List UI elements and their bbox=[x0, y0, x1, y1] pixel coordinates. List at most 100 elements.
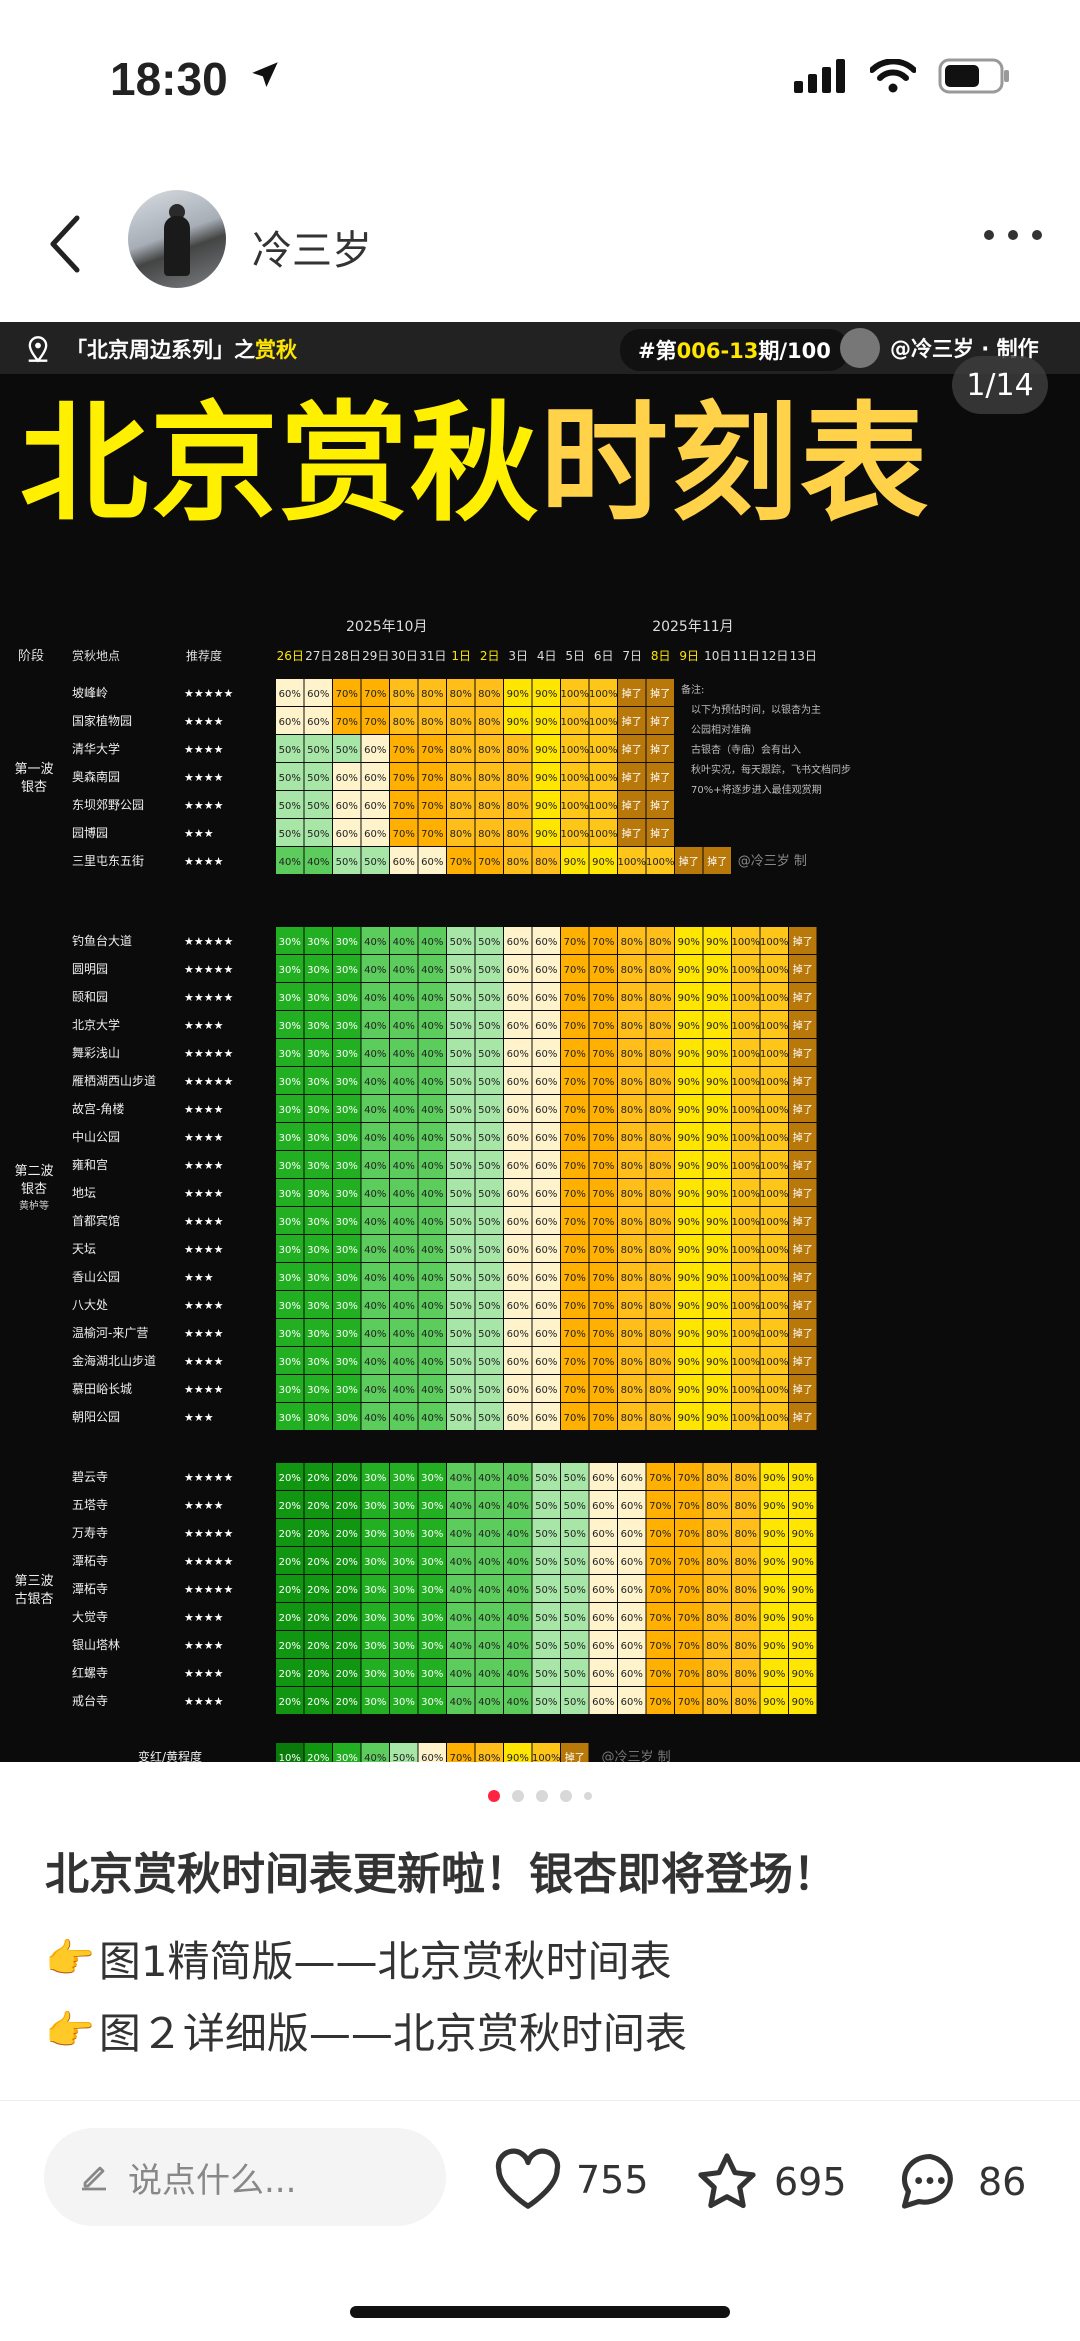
pointing-hand-icon: 👉 bbox=[45, 1936, 95, 1982]
cell-value: 90% bbox=[792, 1473, 814, 1484]
cell-value: 30% bbox=[364, 1585, 386, 1596]
cell-value: 80% bbox=[706, 1641, 728, 1652]
cell-value: 20% bbox=[279, 1641, 301, 1652]
stage-label: 第二波 bbox=[14, 1164, 53, 1179]
cell-value: 70% bbox=[564, 1133, 586, 1144]
home-indicator[interactable] bbox=[350, 2306, 730, 2318]
author-name[interactable]: 冷三岁 bbox=[252, 218, 372, 276]
cell-value: 60% bbox=[535, 1077, 557, 1088]
cell-value: 50% bbox=[564, 1473, 586, 1484]
cell-value: 80% bbox=[621, 1301, 643, 1312]
cell-value: 50% bbox=[450, 993, 472, 1004]
cell-value: 50% bbox=[450, 1189, 472, 1200]
cell-value: 50% bbox=[307, 801, 329, 812]
cell-value: 80% bbox=[621, 1273, 643, 1284]
watermark: @冷三岁 制 bbox=[738, 854, 807, 869]
stage-label: 银杏 bbox=[21, 1182, 47, 1197]
date-header: 31日 bbox=[419, 649, 446, 663]
cell-value: 80% bbox=[478, 773, 500, 784]
note-line: 古银杏（寺庙）会有出入 bbox=[691, 743, 801, 756]
cell-value: 50% bbox=[535, 1669, 557, 1680]
cell-value: 30% bbox=[421, 1557, 443, 1568]
cell-value: 90% bbox=[763, 1557, 785, 1568]
cell-value: 70% bbox=[393, 773, 415, 784]
image-pagination bbox=[0, 1790, 1080, 1802]
cell-value: 30% bbox=[364, 1669, 386, 1680]
cell-value: 70% bbox=[564, 965, 586, 976]
cell-value: 30% bbox=[307, 1133, 329, 1144]
cell-value: 掉了 bbox=[622, 687, 642, 700]
cell-value: 60% bbox=[507, 1189, 529, 1200]
more-options-icon[interactable] bbox=[984, 230, 1042, 240]
legend-value: 20% bbox=[307, 1753, 329, 1762]
cell-value: 40% bbox=[393, 1049, 415, 1060]
cell-value: 40% bbox=[507, 1501, 529, 1512]
cell-value: 70% bbox=[592, 1301, 614, 1312]
cell-value: 90% bbox=[706, 1273, 728, 1284]
cell-value: 60% bbox=[535, 1385, 557, 1396]
cell-value: 60% bbox=[507, 1329, 529, 1340]
cell-value: 60% bbox=[507, 1357, 529, 1368]
place-name: 清华大学 bbox=[72, 741, 120, 756]
comment-button[interactable]: 86 bbox=[894, 2148, 1026, 2216]
cell-value: 30% bbox=[421, 1697, 443, 1708]
cell-value: 掉了 bbox=[650, 799, 670, 812]
cell-value: 100% bbox=[731, 1413, 760, 1424]
cell-value: 60% bbox=[535, 1329, 557, 1340]
date-header: 29日 bbox=[362, 649, 389, 663]
cell-value: 50% bbox=[478, 1385, 500, 1396]
cell-value: 50% bbox=[450, 1049, 472, 1060]
cell-value: 70% bbox=[649, 1697, 671, 1708]
cell-value: 100% bbox=[760, 1385, 789, 1396]
cell-value: 40% bbox=[507, 1641, 529, 1652]
rating-stars: ★★★★★ bbox=[184, 935, 233, 948]
cell-value: 100% bbox=[731, 1133, 760, 1144]
cell-value: 70% bbox=[592, 1021, 614, 1032]
cell-value: 80% bbox=[621, 1105, 643, 1116]
cell-value: 50% bbox=[564, 1697, 586, 1708]
date-header: 10日 bbox=[704, 649, 731, 663]
date-header: 28日 bbox=[334, 649, 361, 663]
post-image[interactable]: 「北京周边系列」之赏秋 #第006-13期/100 @冷三岁 · 制作 1/14… bbox=[0, 322, 1080, 1762]
cell-value: 掉了 bbox=[622, 799, 642, 812]
like-button[interactable]: 755 bbox=[492, 2148, 649, 2212]
cell-value: 90% bbox=[706, 1049, 728, 1060]
cell-value: 70% bbox=[649, 1613, 671, 1624]
cell-value: 70% bbox=[364, 689, 386, 700]
cell-value: 40% bbox=[507, 1473, 529, 1484]
collect-button[interactable]: 695 bbox=[692, 2148, 847, 2216]
cell-value: 掉了 bbox=[622, 743, 642, 756]
cell-value: 掉了 bbox=[793, 1243, 813, 1256]
cell-value: 70% bbox=[678, 1669, 700, 1680]
date-header: 9日 bbox=[679, 649, 699, 663]
cell-value: 70% bbox=[649, 1473, 671, 1484]
cell-value: 30% bbox=[421, 1613, 443, 1624]
comment-input[interactable]: 说点什么... bbox=[44, 2128, 446, 2226]
cell-value: 90% bbox=[706, 965, 728, 976]
cell-value: 70% bbox=[678, 1557, 700, 1568]
cell-value: 50% bbox=[535, 1697, 557, 1708]
cell-value: 40% bbox=[393, 1329, 415, 1340]
cell-value: 40% bbox=[421, 1329, 443, 1340]
cell-value: 掉了 bbox=[679, 855, 699, 868]
cell-value: 30% bbox=[307, 1049, 329, 1060]
cell-value: 90% bbox=[678, 1385, 700, 1396]
cell-value: 30% bbox=[307, 993, 329, 1004]
cell-value: 40% bbox=[450, 1501, 472, 1512]
cell-value: 30% bbox=[279, 1273, 301, 1284]
avatar[interactable] bbox=[128, 190, 226, 288]
cell-value: 50% bbox=[478, 1021, 500, 1032]
place-name: 奥森南园 bbox=[72, 769, 120, 784]
cell-value: 40% bbox=[478, 1641, 500, 1652]
cell-value: 20% bbox=[336, 1529, 358, 1540]
cell-value: 90% bbox=[678, 965, 700, 976]
cell-value: 60% bbox=[535, 1217, 557, 1228]
cell-value: 30% bbox=[364, 1501, 386, 1512]
cell-value: 70% bbox=[649, 1585, 671, 1596]
cell-value: 掉了 bbox=[793, 1215, 813, 1228]
cell-value: 60% bbox=[535, 1357, 557, 1368]
cell-value: 100% bbox=[560, 745, 589, 756]
back-arrow-icon[interactable] bbox=[45, 212, 85, 276]
note-line: 70%+将逐步进入最佳观赏期 bbox=[691, 783, 822, 796]
cell-value: 70% bbox=[678, 1641, 700, 1652]
